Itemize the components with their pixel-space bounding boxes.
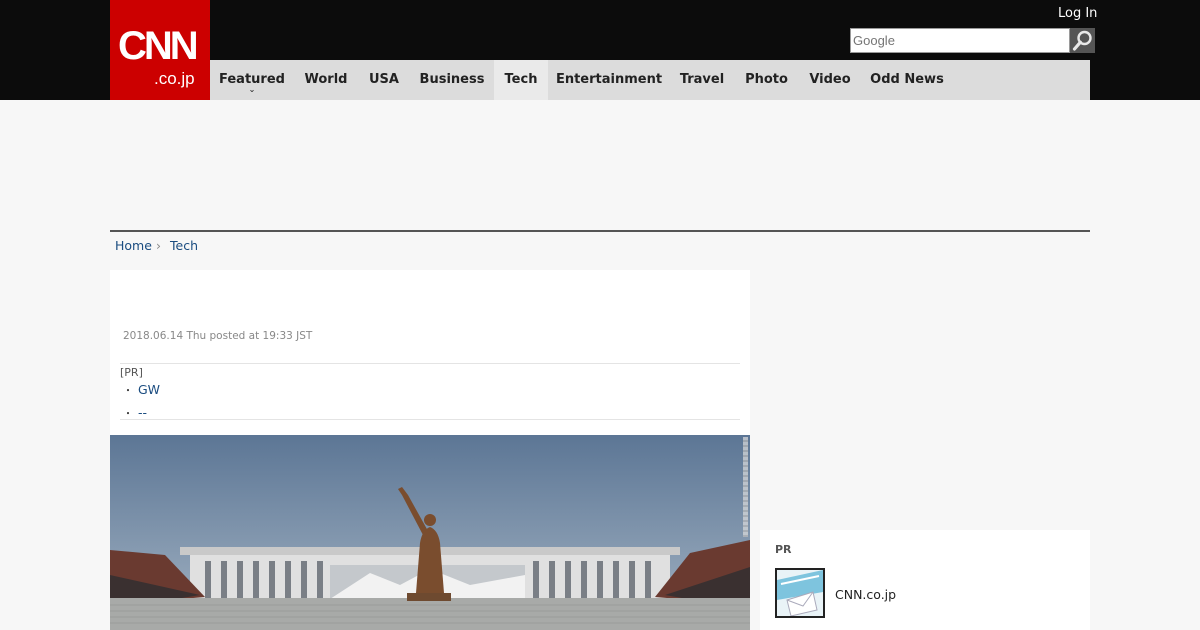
magnifier-icon <box>1072 30 1092 51</box>
article-dateline: 2018.06.14 Thu posted at 19:33 JST <box>123 330 313 342</box>
article-photo <box>110 435 750 630</box>
bullet: ・ <box>123 386 133 397</box>
nav-item-tech[interactable]: Tech <box>494 60 548 100</box>
nav-item-video[interactable]: Video <box>799 60 861 100</box>
photo-credit <box>743 437 748 537</box>
logo-domain: .co.jp <box>154 69 195 88</box>
nav-item-usa[interactable]: USA <box>358 60 410 100</box>
pr-item-title[interactable]: CNN.co.jp <box>835 587 896 603</box>
bullet: ・ <box>123 409 133 420</box>
sidebar-pr-card: PR CNN.co.jp <box>760 530 1090 630</box>
pr-link[interactable]: ・ GW <box>123 382 160 400</box>
chevron-right-icon: › <box>156 238 161 253</box>
section-divider <box>110 230 1090 232</box>
article-card: 2018.06.14 Thu posted at 19:33 JST [PR] … <box>110 270 750 630</box>
nav-item-world[interactable]: World <box>294 60 358 100</box>
pr-label: [PR] <box>120 366 143 379</box>
sidebar-pr-header: PR <box>775 543 792 556</box>
login-link[interactable]: Log In <box>1058 6 1097 22</box>
nav-item-featured[interactable]: Featured ⌄ <box>210 60 294 100</box>
pr-links-box: [PR] ・ GW ・ -- <box>120 363 740 420</box>
search-button[interactable] <box>1070 28 1095 53</box>
logo-mark: CNN <box>118 24 199 68</box>
breadcrumb-tech[interactable]: Tech <box>170 238 198 254</box>
chevron-down-icon: ⌄ <box>248 85 256 94</box>
cnn-logo[interactable]: CNN .co.jp <box>110 0 210 100</box>
pr-link[interactable]: ・ -- <box>123 405 147 423</box>
search-input[interactable] <box>850 28 1070 53</box>
nav-item-entertainment[interactable]: Entertainment <box>548 60 670 100</box>
nav-item-odd-news[interactable]: Odd News <box>861 60 953 100</box>
main-nav: Featured ⌄ World USA Business Tech Enter… <box>210 60 1090 100</box>
pr-thumbnail[interactable] <box>775 568 825 618</box>
pr-link-text: GW <box>138 382 161 397</box>
nav-item-business[interactable]: Business <box>410 60 494 100</box>
breadcrumb-home[interactable]: Home <box>115 238 152 254</box>
nav-item-photo[interactable]: Photo <box>734 60 799 100</box>
nav-item-travel[interactable]: Travel <box>670 60 734 100</box>
pr-link-text: -- <box>138 405 148 420</box>
